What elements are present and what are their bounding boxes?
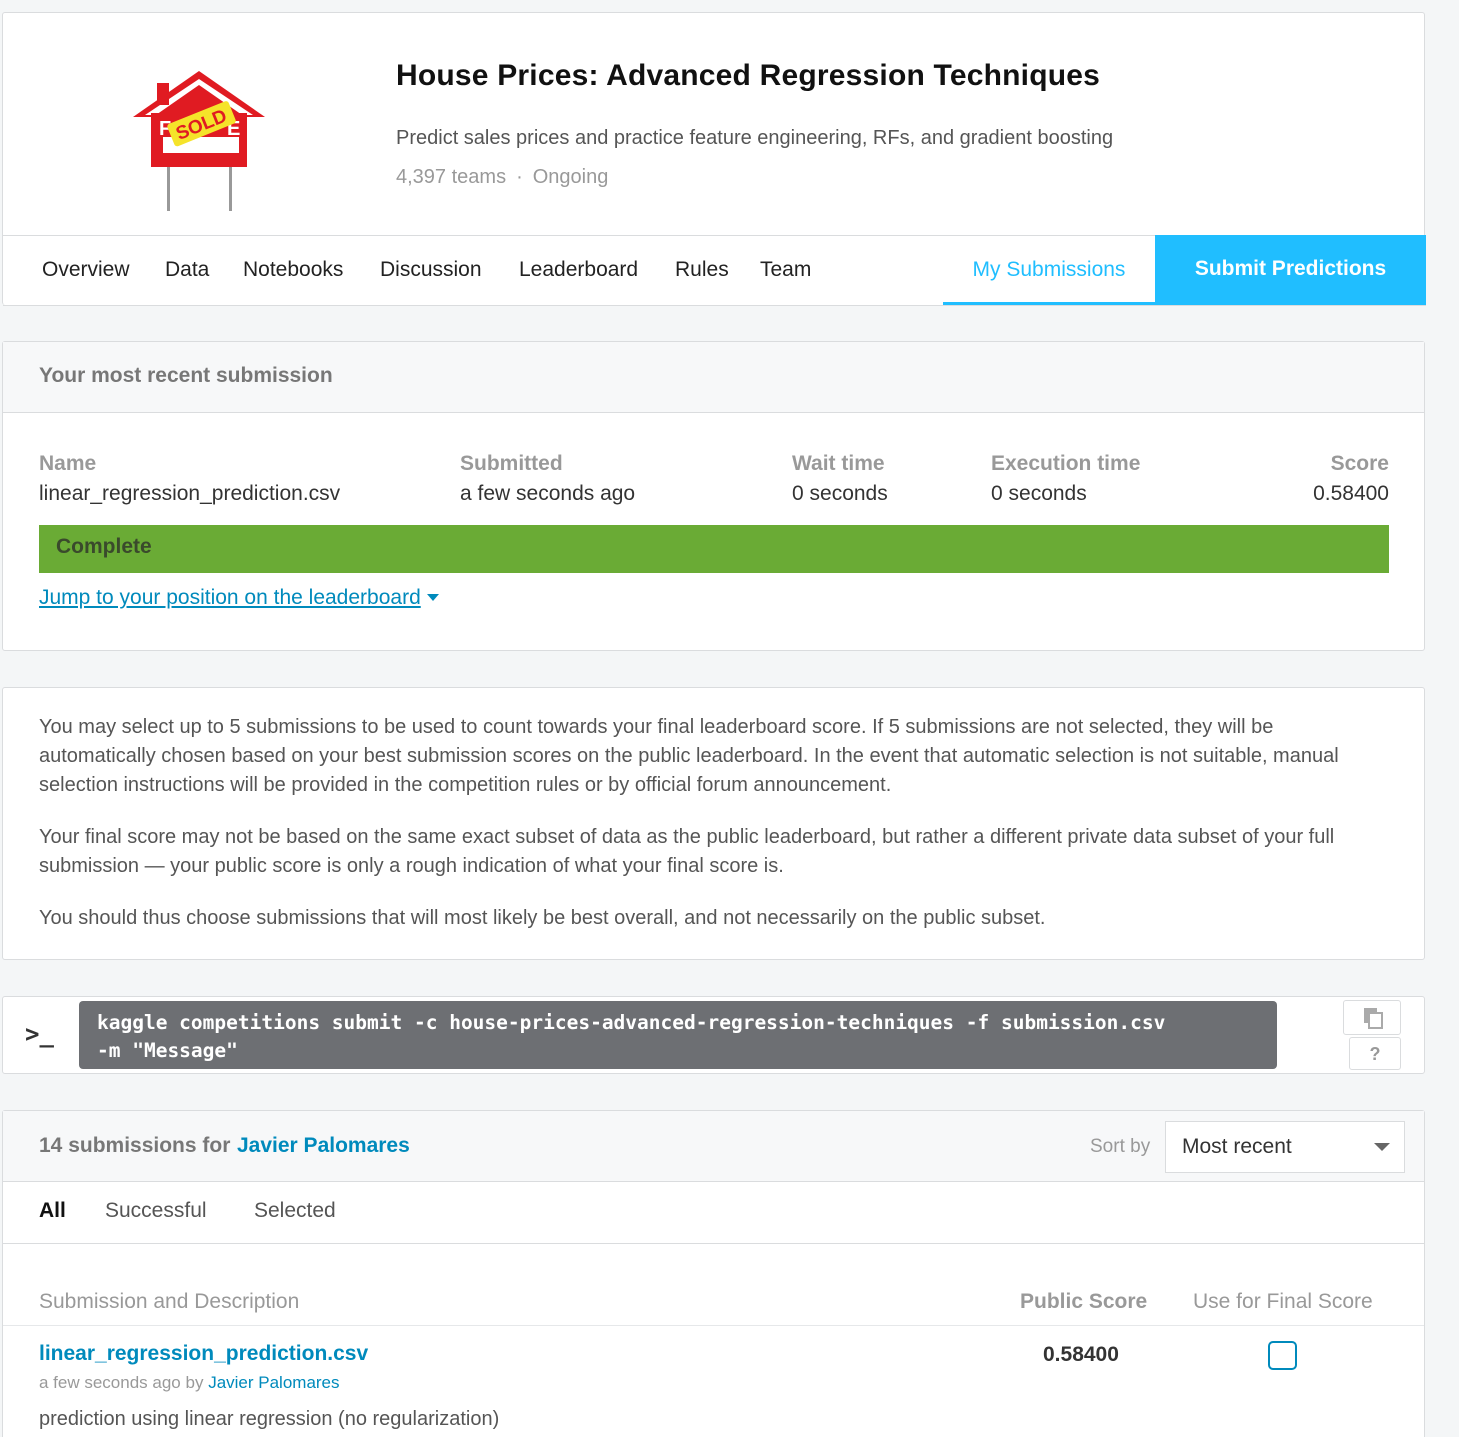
- competition-title: House Prices: Advanced Regression Techni…: [396, 59, 1101, 92]
- tab-team[interactable]: Team: [760, 258, 811, 282]
- sort-selected-value: Most recent: [1182, 1135, 1292, 1158]
- competition-tabs: Overview Data Notebooks Discussion Leade…: [3, 235, 1426, 306]
- execution-time-value: 0 seconds: [991, 482, 1087, 505]
- sort-by-select[interactable]: Most recent: [1165, 1121, 1405, 1173]
- column-header-final-score: Use for Final Score: [1193, 1290, 1373, 1313]
- name-value: linear_regression_prediction.csv: [39, 482, 341, 505]
- terminal-icon: >_: [25, 1020, 54, 1048]
- submitted-value: a few seconds ago: [460, 482, 636, 505]
- execution-time-label: Execution time: [991, 452, 1141, 475]
- info-paragraph-2: Your final score may not be based on the…: [39, 826, 1335, 877]
- competition-description: Predict sales prices and practice featur…: [396, 127, 1114, 149]
- recent-submission-panel: Your most recent submission Name linear_…: [2, 341, 1425, 651]
- copy-command-button[interactable]: [1343, 1000, 1401, 1035]
- submissions-user-link[interactable]: Javier Palomares: [237, 1134, 410, 1158]
- submission-public-score: 0.58400: [1043, 1343, 1119, 1366]
- submission-author-link[interactable]: Javier Palomares: [208, 1373, 339, 1392]
- competition-meta: 4,397 teams · Ongoing: [396, 166, 608, 189]
- tab-my-submissions[interactable]: My Submissions: [943, 236, 1155, 305]
- house-sold-logo: F E SOLD: [129, 65, 269, 215]
- tab-data[interactable]: Data: [165, 258, 209, 282]
- submit-predictions-button[interactable]: Submit Predictions: [1155, 235, 1426, 305]
- jump-to-leaderboard-link[interactable]: Jump to your position on the leaderboard: [39, 586, 439, 610]
- filter-successful[interactable]: Successful: [105, 1199, 207, 1223]
- submission-description: prediction using linear regression (no r…: [39, 1408, 500, 1430]
- score-label: Score: [1330, 452, 1389, 475]
- api-command-line-1: kaggle competitions submit -c house-pric…: [97, 1011, 1166, 1034]
- status-complete-bar: Complete: [39, 525, 1389, 573]
- submission-meta: a few seconds ago by Javier Palomares: [39, 1373, 340, 1393]
- wait-time-label: Wait time: [792, 452, 885, 475]
- submitted-label: Submitted: [460, 452, 563, 475]
- filter-selected[interactable]: Selected: [254, 1199, 336, 1223]
- table-divider: [3, 1325, 1424, 1326]
- info-paragraph-1: You may select up to 5 submissions to be…: [39, 716, 1339, 796]
- name-label: Name: [39, 452, 97, 475]
- api-command-panel: >_ kaggle competitions submit -c house-p…: [2, 996, 1425, 1074]
- column-header-public-score: Public Score: [1020, 1290, 1148, 1313]
- tab-rules[interactable]: Rules: [675, 258, 729, 282]
- api-command-code[interactable]: kaggle competitions submit -c house-pric…: [79, 1001, 1277, 1069]
- wait-time-value: 0 seconds: [792, 482, 888, 505]
- score-value: 0.58400: [1313, 482, 1389, 505]
- submission-time: a few seconds ago by: [39, 1373, 204, 1392]
- sort-by-label: Sort by: [1090, 1136, 1151, 1157]
- tab-overview[interactable]: Overview: [42, 258, 130, 282]
- info-paragraph-3: You should thus choose submissions that …: [39, 907, 1046, 929]
- tab-notebooks[interactable]: Notebooks: [243, 258, 343, 282]
- submission-file-link[interactable]: linear_regression_prediction.csv: [39, 1342, 368, 1366]
- selection-info-panel: You may select up to 5 submissions to be…: [2, 687, 1425, 960]
- column-header-description: Submission and Description: [39, 1290, 300, 1313]
- jump-link-label: Jump to your position on the leaderboard: [39, 586, 421, 609]
- submissions-list-panel: 14 submissions for Javier Palomares Sort…: [2, 1110, 1425, 1437]
- team-count: 4,397 teams: [396, 166, 507, 188]
- use-for-final-score-checkbox[interactable]: [1268, 1341, 1297, 1370]
- copy-icon: [1364, 1008, 1383, 1029]
- competition-header: F E SOLD House Prices: Advanced Regressi…: [2, 12, 1426, 306]
- recent-submission-heading: Your most recent submission: [3, 342, 1424, 413]
- filter-all[interactable]: All: [39, 1199, 66, 1223]
- tab-discussion[interactable]: Discussion: [380, 258, 482, 282]
- caret-down-icon: [426, 594, 439, 601]
- submission-count: 14 submissions for: [39, 1134, 231, 1157]
- competition-status: Ongoing: [532, 166, 609, 188]
- command-help-button[interactable]: ?: [1349, 1037, 1401, 1070]
- submission-filter-tabs: All Successful Selected: [3, 1182, 1424, 1244]
- chevron-down-icon: [1374, 1143, 1390, 1151]
- api-command-line-2: -m "Message": [97, 1039, 238, 1062]
- submissions-header: 14 submissions for Javier Palomares Sort…: [3, 1111, 1424, 1182]
- meta-separator: ·: [516, 166, 523, 188]
- tab-leaderboard[interactable]: Leaderboard: [519, 258, 638, 282]
